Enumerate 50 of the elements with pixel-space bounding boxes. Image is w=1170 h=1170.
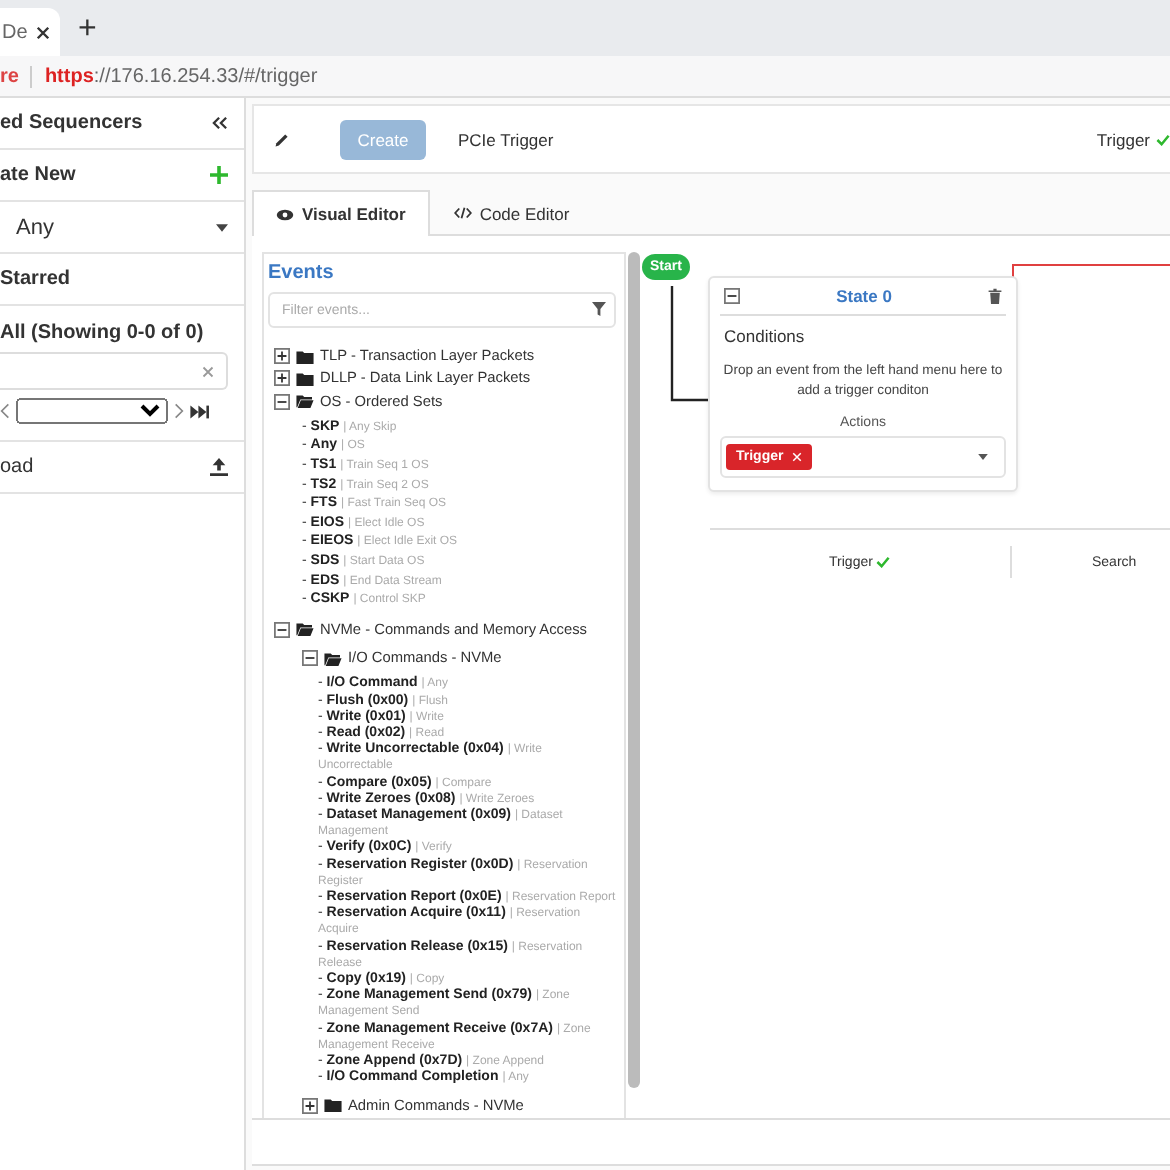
toggle-icon[interactable] xyxy=(302,650,318,667)
page-select[interactable] xyxy=(16,398,168,424)
search-field[interactable] xyxy=(0,352,228,390)
last-page-icon[interactable] xyxy=(190,403,210,419)
tab-title: De xyxy=(2,21,28,43)
plus-icon[interactable] xyxy=(210,166,228,184)
upload-icon[interactable] xyxy=(210,458,228,476)
editor-tab[interactable]: Visual Editor xyxy=(252,190,430,236)
new-tab-button[interactable]: + xyxy=(78,10,97,50)
filter-dropdown[interactable]: Any xyxy=(0,202,244,254)
filter-icon[interactable] xyxy=(592,302,606,316)
collapse-icon[interactable] xyxy=(724,288,740,304)
toggle-icon[interactable] xyxy=(274,621,290,638)
caret-icon[interactable] xyxy=(978,454,988,460)
folder-icon xyxy=(296,622,314,637)
create-new-label[interactable]: ate New xyxy=(0,164,76,186)
starred-label[interactable]: Starred xyxy=(0,268,71,290)
trigger-status: Trigger xyxy=(1096,129,1150,149)
eye-icon xyxy=(276,207,294,221)
editor-tab[interactable]: Code Editor xyxy=(429,190,594,234)
previous-icon[interactable] xyxy=(0,402,10,420)
toggle-icon[interactable] xyxy=(274,370,290,387)
upload-label[interactable]: oad xyxy=(0,456,34,478)
caret-icon xyxy=(216,223,228,231)
conditions-label: Conditions xyxy=(724,326,807,346)
folder-icon xyxy=(296,394,314,409)
state-title: State 0 xyxy=(836,286,892,306)
check-icon xyxy=(1156,133,1170,145)
url-text[interactable]: https://176.16.254.33/#/trigger xyxy=(44,65,318,87)
clear-icon[interactable] xyxy=(202,365,214,377)
security-warning[interactable]: re xyxy=(0,65,33,87)
toggle-icon[interactable] xyxy=(274,393,290,410)
browser-tab[interactable]: De xyxy=(0,8,60,56)
scrollbar[interactable] xyxy=(628,252,640,1088)
next-icon[interactable] xyxy=(174,402,184,420)
close-icon[interactable] xyxy=(35,25,50,39)
folder-icon xyxy=(324,651,342,666)
collapse-icon[interactable] xyxy=(212,116,228,130)
pencil-icon[interactable] xyxy=(274,131,290,147)
toggle-icon[interactable] xyxy=(302,1097,318,1114)
sidebar-title: ed Sequencers xyxy=(0,112,143,134)
all-label[interactable]: All (Showing 0-0 of 0) xyxy=(0,322,228,344)
code-icon xyxy=(453,206,472,220)
folder-icon xyxy=(324,1098,342,1113)
trigger-name: PCIe Trigger xyxy=(458,129,554,149)
trash-icon[interactable] xyxy=(988,288,1002,304)
remove-icon[interactable] xyxy=(791,452,802,462)
events-title: Events xyxy=(268,262,336,284)
check-icon xyxy=(876,556,891,568)
toggle-icon[interactable] xyxy=(274,348,290,365)
